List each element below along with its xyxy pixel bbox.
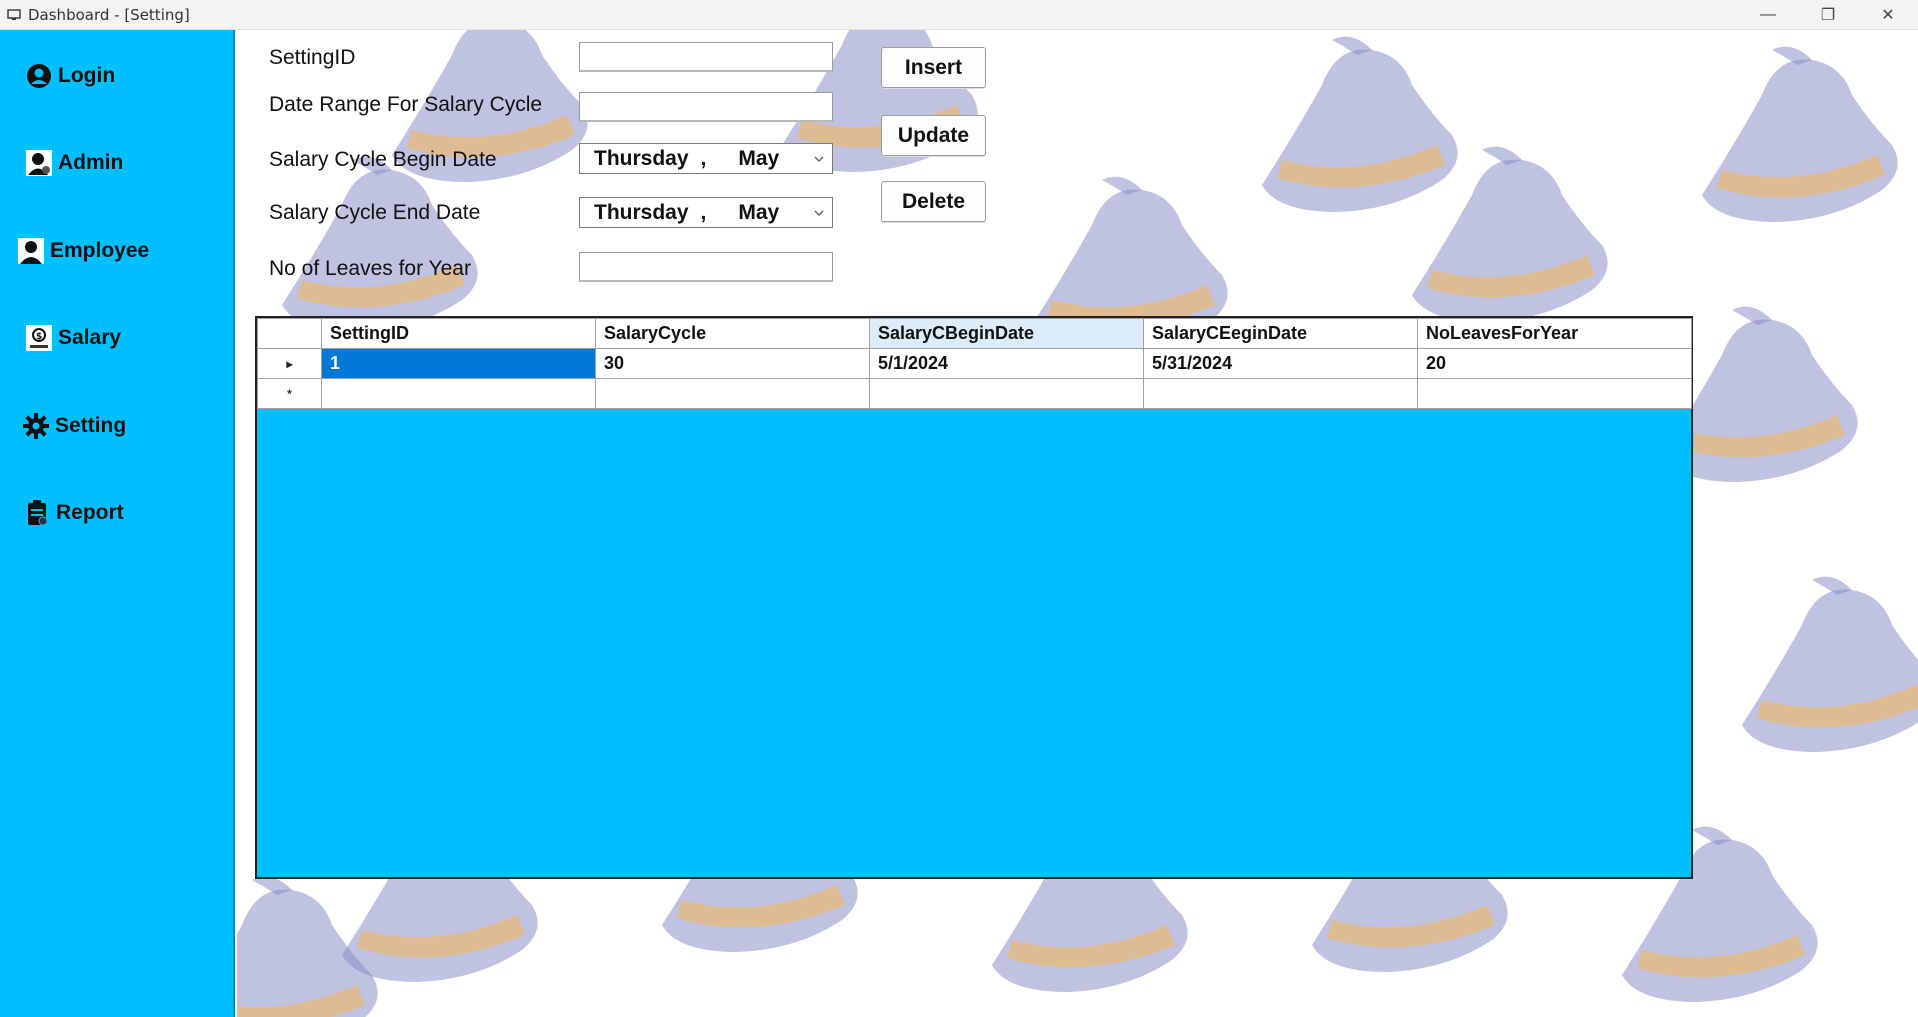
window-title: Dashboard - [Setting] [28,5,190,24]
settings-table: SettingID SalaryCycle SalaryCBeginDate S… [257,318,1692,409]
settings-data-grid[interactable]: SettingID SalaryCycle SalaryCBeginDate S… [255,316,1693,879]
update-button[interactable]: Update [881,115,986,156]
delete-button[interactable]: Delete [881,181,986,222]
table-cell[interactable] [595,378,870,409]
sidebar-item-employee[interactable]: Employee [18,231,149,271]
begin-date-separator: , [700,146,707,170]
sidebar-item-salary[interactable]: $ Salary [26,318,121,358]
sidebar-item-label: Salary [58,326,122,349]
date-range-input[interactable] [579,92,833,122]
window-controls: — ❐ ✕ [1738,0,1918,30]
sidebar-item-label: Setting [55,414,127,437]
table-cell[interactable]: 20 [1417,348,1692,379]
setting-id-label: SettingID [269,46,356,69]
app-icon [6,7,22,23]
column-header-salarycycle[interactable]: SalaryCycle [595,318,870,349]
minimize-button[interactable]: — [1738,0,1798,30]
gear-icon [23,413,49,439]
table-cell[interactable] [869,378,1144,409]
employee-icon [18,238,44,264]
minimize-icon: — [1760,6,1776,23]
end-date-month: May [738,200,780,224]
close-icon: ✕ [1881,7,1895,24]
clipboard-icon [28,500,48,526]
date-range-label: Date Range For Salary Cycle [269,93,543,116]
table-cell[interactable]: 5/31/2024 [1143,348,1418,379]
admin-user-icon [26,150,52,176]
column-header-salaryceegindate[interactable]: SalaryCEeginDate [1143,318,1418,349]
end-date-separator: , [700,200,707,224]
current-row-indicator[interactable]: ▸ [257,348,322,379]
restore-button[interactable]: ❐ [1798,0,1858,30]
chevron-down-icon[interactable] [812,152,826,166]
leaves-label: No of Leaves for Year [269,257,471,280]
sidebar-item-setting[interactable]: Setting [23,406,126,446]
close-button[interactable]: ✕ [1858,0,1918,30]
table-header-row: SettingID SalaryCycle SalaryCBeginDate S… [257,318,1692,349]
column-header-settingid[interactable]: SettingID [321,318,596,349]
begin-date-month: May [738,146,780,170]
user-circle-icon [27,64,51,88]
end-date-label: Salary Cycle End Date [269,201,481,224]
table-cell[interactable]: 30 [595,348,870,379]
begin-date-day: Thursday [594,146,689,170]
sidebar: Login Admin Employee $ Salary Setting Re… [0,30,235,1017]
new-row[interactable]: * [257,378,1692,409]
restore-icon: ❐ [1820,7,1836,24]
column-header-salarycbegindate[interactable]: SalaryCBeginDate [869,318,1144,349]
table-cell[interactable] [1417,378,1692,409]
insert-button[interactable]: Insert [881,47,986,88]
sidebar-item-report[interactable]: Report [26,493,124,533]
begin-date-label: Salary Cycle Begin Date [269,148,497,171]
table-cell[interactable] [321,378,596,409]
sidebar-item-label: Report [56,501,124,524]
table-cell[interactable]: 1 [321,348,596,379]
end-date-day: Thursday [594,200,689,224]
new-row-indicator[interactable]: * [257,378,322,409]
sidebar-item-label: Login [58,64,116,87]
setting-id-input[interactable] [579,42,833,72]
svg-text:$: $ [36,332,42,342]
title-bar: Dashboard - [Setting] — ❐ ✕ [0,0,1918,30]
sidebar-item-login[interactable]: Login [26,56,115,96]
column-header-noleavesforyear[interactable]: NoLeavesForYear [1417,318,1692,349]
leaves-input[interactable] [579,252,833,282]
row-header-corner[interactable] [257,318,322,349]
table-row[interactable]: ▸ 1 30 5/1/2024 5/31/2024 20 [257,348,1692,379]
salary-icon: $ [26,325,52,351]
sidebar-item-label: Admin [58,151,124,174]
chevron-down-icon[interactable] [812,206,826,220]
sidebar-item-admin[interactable]: Admin [26,143,123,183]
end-date-picker[interactable]: Thursday , May [579,197,833,228]
table-cell[interactable] [1143,378,1418,409]
setting-panel: SettingID Date Range For Salary Cycle Sa… [237,30,1918,1017]
begin-date-picker[interactable]: Thursday , May [579,143,833,174]
table-cell[interactable]: 5/1/2024 [869,348,1144,379]
sidebar-item-label: Employee [50,239,150,262]
